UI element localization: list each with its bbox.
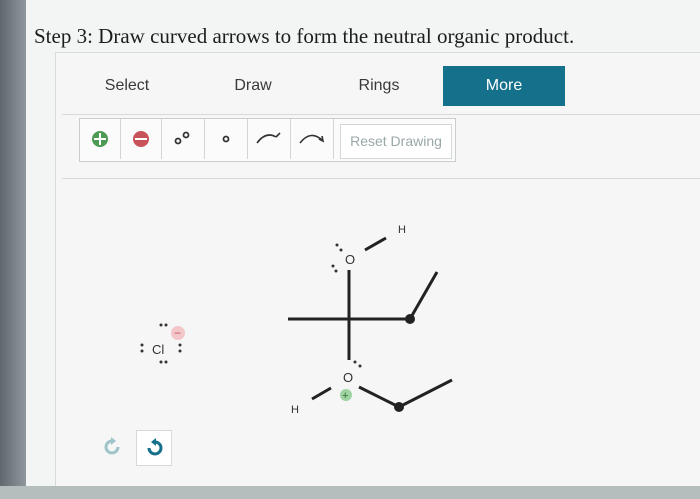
oxygen-lone-pair-dot xyxy=(331,264,335,268)
top-hydrogen-label: H xyxy=(398,224,406,236)
carbon-atom xyxy=(405,314,415,324)
chloride-lone-pair-dot xyxy=(159,323,163,327)
ethyl-bond xyxy=(408,271,439,320)
bottom-charge: + xyxy=(342,390,348,402)
carbon-bond xyxy=(358,385,400,409)
molecule-canvas[interactable]: Cl − O H O + H xyxy=(0,0,700,499)
carbon-bond xyxy=(398,378,453,409)
bottom-oxygen-label: O xyxy=(343,370,353,385)
chloride-lone-pair-dot xyxy=(178,349,182,353)
carbon-atom xyxy=(394,402,404,412)
undo-icon xyxy=(104,437,120,455)
oxygen-lone-pair-dot xyxy=(334,269,338,273)
oxygen-lone-pair-dot xyxy=(339,248,343,252)
oh-bond xyxy=(364,236,387,252)
top-oxygen-label: O xyxy=(345,252,355,267)
scroll-area-bottom xyxy=(0,486,700,499)
chloride-lone-pair-dot xyxy=(140,349,144,353)
oxygen-lone-pair-dot xyxy=(353,360,357,364)
oxygen-lone-pair-dot xyxy=(335,243,339,247)
chloride-lone-pair-dot xyxy=(159,360,163,364)
chloride-lone-pair-dot xyxy=(164,323,168,327)
chloride-lone-pair-dot xyxy=(178,343,182,347)
chloride-lone-pair-dot xyxy=(140,343,144,347)
redo-button[interactable] xyxy=(136,430,172,466)
oh-bond xyxy=(311,386,332,401)
chloride-lone-pair-dot xyxy=(164,360,168,364)
undo-button[interactable] xyxy=(96,430,130,464)
chloride-label: Cl xyxy=(152,342,164,357)
oxygen-lone-pair-dot xyxy=(358,364,362,368)
bottom-hydrogen-label: H xyxy=(291,404,299,416)
chloride-charge: − xyxy=(174,326,181,340)
redo-icon xyxy=(147,438,163,456)
